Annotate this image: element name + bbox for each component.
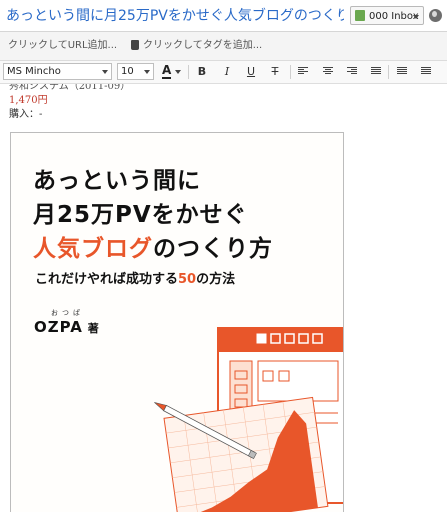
font-size-select[interactable]: 10 xyxy=(117,63,154,80)
font-family-value: MS Mincho xyxy=(7,66,61,77)
cover-title-line-3: 人気ブログのつくり方 xyxy=(33,229,273,263)
chevron-down-icon xyxy=(144,70,150,74)
source-url-field[interactable]: クリックしてURL追加... xyxy=(8,32,117,60)
align-center-icon[interactable] xyxy=(323,67,333,76)
font-color-button[interactable]: A xyxy=(159,63,183,81)
font-color-icon: A xyxy=(162,63,172,77)
cover-subtitle: これだけやれば成功する50の方法 xyxy=(35,268,235,287)
cover-illustration xyxy=(154,327,343,512)
toolbar-divider xyxy=(388,65,389,79)
italic-button[interactable]: I xyxy=(218,63,236,81)
align-right-icon[interactable] xyxy=(347,67,357,76)
notebook-label: 000 Inbox xyxy=(369,11,419,22)
cover-subtitle-a: これだけやれば成功する xyxy=(35,272,179,287)
chevron-down-icon xyxy=(102,70,108,74)
chevron-down-icon xyxy=(175,70,181,74)
tags-field[interactable]: クリックしてタグを追加... xyxy=(143,32,262,60)
font-color-swatch xyxy=(162,77,171,79)
cover-title-line-1: あっという間に xyxy=(33,168,201,194)
align-left-icon[interactable] xyxy=(298,67,308,76)
underline-button[interactable]: U xyxy=(242,63,260,81)
cover-title-rest: のつくり方 xyxy=(153,236,273,262)
cover-title-line-2: 月25万PVをかせぐ xyxy=(33,202,248,228)
note-title-bar: あっという間に月25万PVをかせぐ人気ブログのつくり方ーこれ 000 Inbox xyxy=(0,0,447,32)
bulleted-list-icon[interactable] xyxy=(397,67,407,76)
cover-title-highlight: 人気ブログ xyxy=(33,236,153,262)
cover-subtitle-b: の方法 xyxy=(196,272,236,287)
publisher-line: 秀和システム（2011-09） xyxy=(9,84,131,92)
formatting-toolbar: MS Mincho 10 A B I U T xyxy=(0,61,447,84)
chevron-down-icon xyxy=(413,15,419,19)
align-justify-icon[interactable] xyxy=(371,67,381,76)
purchase-line: 購入：- xyxy=(9,109,43,120)
cover-subtitle-number: 50 xyxy=(178,272,197,287)
cover-author-ruby: おつぱ xyxy=(51,309,84,317)
price-line: 1,470円 xyxy=(9,95,48,106)
bold-button[interactable]: B xyxy=(193,63,211,81)
font-size-value: 10 xyxy=(121,66,134,77)
font-family-select[interactable]: MS Mincho xyxy=(3,63,112,80)
strikethrough-button[interactable]: T xyxy=(266,63,284,81)
book-cover-image: あっという間に 月25万PVをかせぐ 人気ブログのつくり方 これだけやれば成功す… xyxy=(10,132,344,512)
tag-icon xyxy=(131,40,139,50)
numbered-list-icon[interactable] xyxy=(421,67,431,76)
note-title-field[interactable]: あっという間に月25万PVをかせぐ人気ブログのつくり方ーこれ xyxy=(6,6,344,26)
note-meta-bar: クリックしてURL追加... クリックしてタグを追加... xyxy=(0,32,447,61)
note-editor[interactable]: 秀和システム（2011-09） 1,470円 購入：- あっという間に 月25万… xyxy=(0,84,447,512)
notebook-icon xyxy=(355,10,365,21)
globe-icon[interactable] xyxy=(429,9,442,22)
toolbar-divider xyxy=(290,65,291,79)
toolbar-divider xyxy=(188,65,189,79)
notebook-selector[interactable]: 000 Inbox xyxy=(350,6,424,25)
